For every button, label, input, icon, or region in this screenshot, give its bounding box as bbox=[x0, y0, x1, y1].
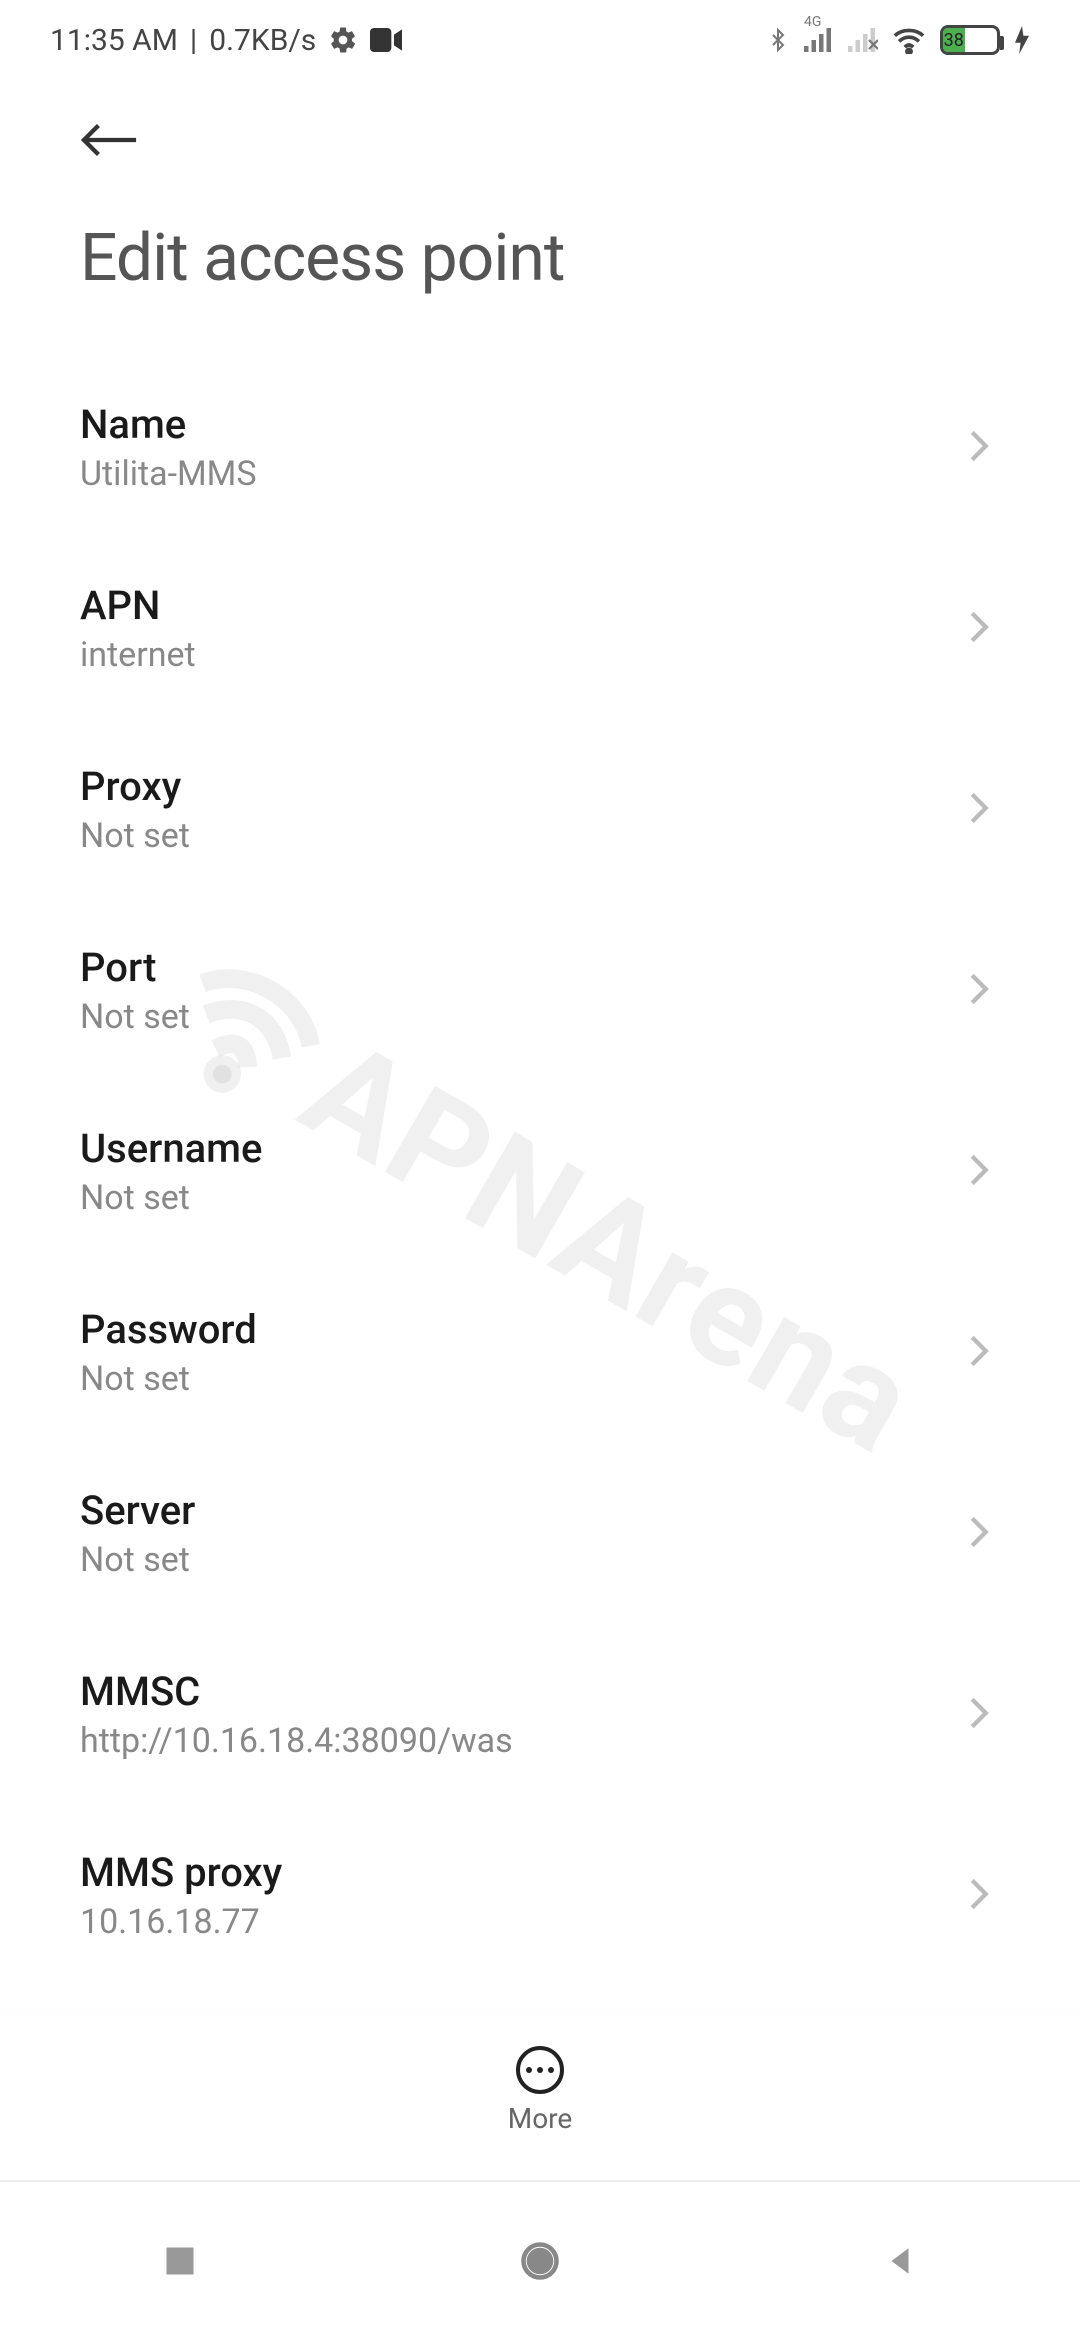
arrow-left-icon bbox=[81, 120, 139, 160]
battery-icon: 38 bbox=[940, 25, 1000, 55]
more-button[interactable] bbox=[516, 2046, 564, 2094]
status-right: 4G 38 bbox=[766, 24, 1030, 56]
row-mms-proxy[interactable]: MMS proxy 10.16.18.77 bbox=[80, 1805, 1000, 1986]
settings-list: APNArena Name Utilita-MMS APN internet P… bbox=[0, 357, 1080, 2057]
row-value: Not set bbox=[80, 997, 190, 1037]
chevron-right-icon bbox=[968, 1877, 990, 1915]
wifi-icon bbox=[892, 26, 926, 54]
row-title: Username bbox=[80, 1125, 262, 1172]
row-title: Port bbox=[80, 944, 190, 991]
more-label: More bbox=[508, 2102, 573, 2135]
header: Edit access point bbox=[0, 80, 1080, 357]
chevron-right-icon bbox=[968, 1334, 990, 1372]
row-title: Password bbox=[80, 1306, 257, 1353]
circle-icon bbox=[518, 2239, 562, 2283]
row-value: Not set bbox=[80, 816, 190, 856]
row-value: Not set bbox=[80, 1359, 257, 1399]
network-label: 4G bbox=[804, 14, 821, 30]
nav-back-button[interactable] bbox=[800, 2221, 1000, 2301]
chevron-right-icon bbox=[968, 791, 990, 829]
nav-home-button[interactable] bbox=[440, 2221, 640, 2301]
row-title: MMS proxy bbox=[80, 1849, 282, 1896]
status-left: 11:35 AM | 0.7KB/s bbox=[50, 23, 402, 58]
row-port[interactable]: Port Not set bbox=[80, 900, 1000, 1081]
chevron-right-icon bbox=[968, 429, 990, 467]
signal-4g-icon: 4G bbox=[804, 28, 834, 52]
charging-icon bbox=[1014, 26, 1030, 54]
row-value: 10.16.18.77 bbox=[80, 1902, 282, 1942]
square-icon bbox=[162, 2243, 198, 2279]
chevron-right-icon bbox=[968, 1515, 990, 1553]
row-apn[interactable]: APN internet bbox=[80, 538, 1000, 719]
status-separator: | bbox=[190, 23, 197, 58]
row-title: MMSC bbox=[80, 1668, 513, 1715]
chevron-right-icon bbox=[968, 610, 990, 648]
row-proxy[interactable]: Proxy Not set bbox=[80, 719, 1000, 900]
more-dots-icon bbox=[526, 2067, 554, 2073]
row-title: APN bbox=[80, 582, 196, 629]
page-title: Edit access point bbox=[80, 220, 1020, 297]
chevron-right-icon bbox=[968, 1153, 990, 1191]
row-server[interactable]: Server Not set bbox=[80, 1443, 1000, 1624]
row-value: http://10.16.18.4:38090/was bbox=[80, 1721, 513, 1761]
bottom-action-bar: More bbox=[0, 2010, 1080, 2170]
row-title: Proxy bbox=[80, 763, 190, 810]
signal-none-icon bbox=[848, 28, 878, 52]
row-username[interactable]: Username Not set bbox=[80, 1081, 1000, 1262]
navigation-bar bbox=[0, 2180, 1080, 2340]
chevron-right-icon bbox=[968, 1696, 990, 1734]
triangle-left-icon bbox=[883, 2244, 917, 2278]
status-speed: 0.7KB/s bbox=[209, 23, 316, 58]
video-icon bbox=[370, 28, 402, 52]
nav-recent-button[interactable] bbox=[80, 2221, 280, 2301]
chevron-right-icon bbox=[968, 972, 990, 1010]
row-password[interactable]: Password Not set bbox=[80, 1262, 1000, 1443]
row-title: Name bbox=[80, 401, 257, 448]
battery-percent: 38 bbox=[943, 28, 965, 52]
gear-icon bbox=[328, 25, 358, 55]
row-title: Server bbox=[80, 1487, 195, 1534]
bluetooth-icon bbox=[766, 24, 790, 56]
row-value: Not set bbox=[80, 1178, 262, 1218]
row-value: internet bbox=[80, 635, 196, 675]
status-time: 11:35 AM bbox=[50, 23, 178, 58]
back-button[interactable] bbox=[80, 110, 140, 170]
row-name[interactable]: Name Utilita-MMS bbox=[80, 357, 1000, 538]
row-mmsc[interactable]: MMSC http://10.16.18.4:38090/was bbox=[80, 1624, 1000, 1805]
row-value: Utilita-MMS bbox=[80, 454, 257, 494]
row-value: Not set bbox=[80, 1540, 195, 1580]
status-bar: 11:35 AM | 0.7KB/s 4G 38 bbox=[0, 0, 1080, 80]
